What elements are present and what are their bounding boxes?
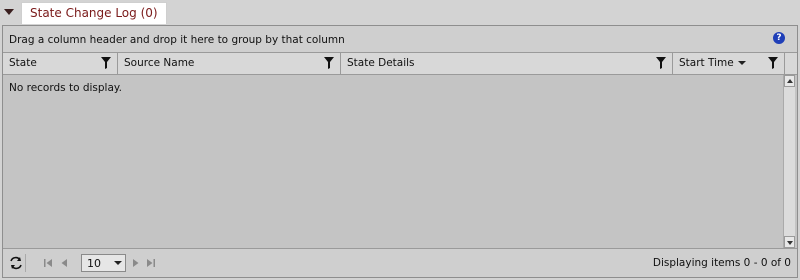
group-panel-text: Drag a column header and drop it here to… xyxy=(9,34,345,46)
no-records-message: No records to display. xyxy=(9,82,122,94)
previous-page-icon[interactable] xyxy=(59,258,69,268)
column-header-row: State Source Name State Details Start Ti… xyxy=(3,53,797,75)
scroll-up-icon xyxy=(787,79,793,83)
column-header-source-name[interactable]: Source Name xyxy=(118,53,341,74)
column-label-source-name: Source Name xyxy=(124,57,195,69)
column-header-state-details[interactable]: State Details xyxy=(341,53,673,74)
scroll-down-button[interactable] xyxy=(784,236,795,248)
filter-icon[interactable] xyxy=(101,57,111,69)
column-header-state[interactable]: State xyxy=(3,53,118,74)
column-label-state-details: State Details xyxy=(347,57,415,69)
column-header-start-time[interactable]: Start Time xyxy=(673,53,785,74)
filter-icon[interactable] xyxy=(768,57,778,69)
last-page-icon[interactable] xyxy=(146,258,156,268)
vertical-scrollbar[interactable] xyxy=(783,75,795,248)
column-label-start-time: Start Time xyxy=(679,57,746,69)
page-size-select[interactable]: 10 xyxy=(81,254,126,272)
collapse-arrow-icon[interactable] xyxy=(4,9,14,15)
help-icon[interactable]: ? xyxy=(773,32,785,44)
column-label-start-time-text: Start Time xyxy=(679,57,734,69)
pager-info-text: Displaying items 0 - 0 of 0 xyxy=(652,257,791,269)
grid-body: No records to display. xyxy=(3,75,783,248)
filter-icon[interactable] xyxy=(656,57,666,69)
group-by-panel[interactable]: Drag a column header and drop it here to… xyxy=(3,26,797,53)
refresh-button[interactable] xyxy=(6,254,26,272)
first-page-icon[interactable] xyxy=(43,258,53,268)
section-header: State Change Log (0) xyxy=(0,0,800,24)
sort-descending-icon xyxy=(737,61,746,65)
column-label-state: State xyxy=(9,57,37,69)
state-change-log-grid: Drag a column header and drop it here to… xyxy=(2,25,798,278)
scroll-up-button[interactable] xyxy=(784,75,795,87)
filter-icon[interactable] xyxy=(324,57,334,69)
section-tab-title[interactable]: State Change Log (0) xyxy=(21,2,167,24)
page-size-value: 10 xyxy=(87,257,101,270)
next-page-icon[interactable] xyxy=(131,258,141,268)
pager: 10 Displaying items 0 - 0 of 0 xyxy=(3,248,797,277)
scroll-down-icon xyxy=(787,241,793,245)
refresh-icon xyxy=(10,256,22,270)
chevron-down-icon xyxy=(114,261,122,265)
